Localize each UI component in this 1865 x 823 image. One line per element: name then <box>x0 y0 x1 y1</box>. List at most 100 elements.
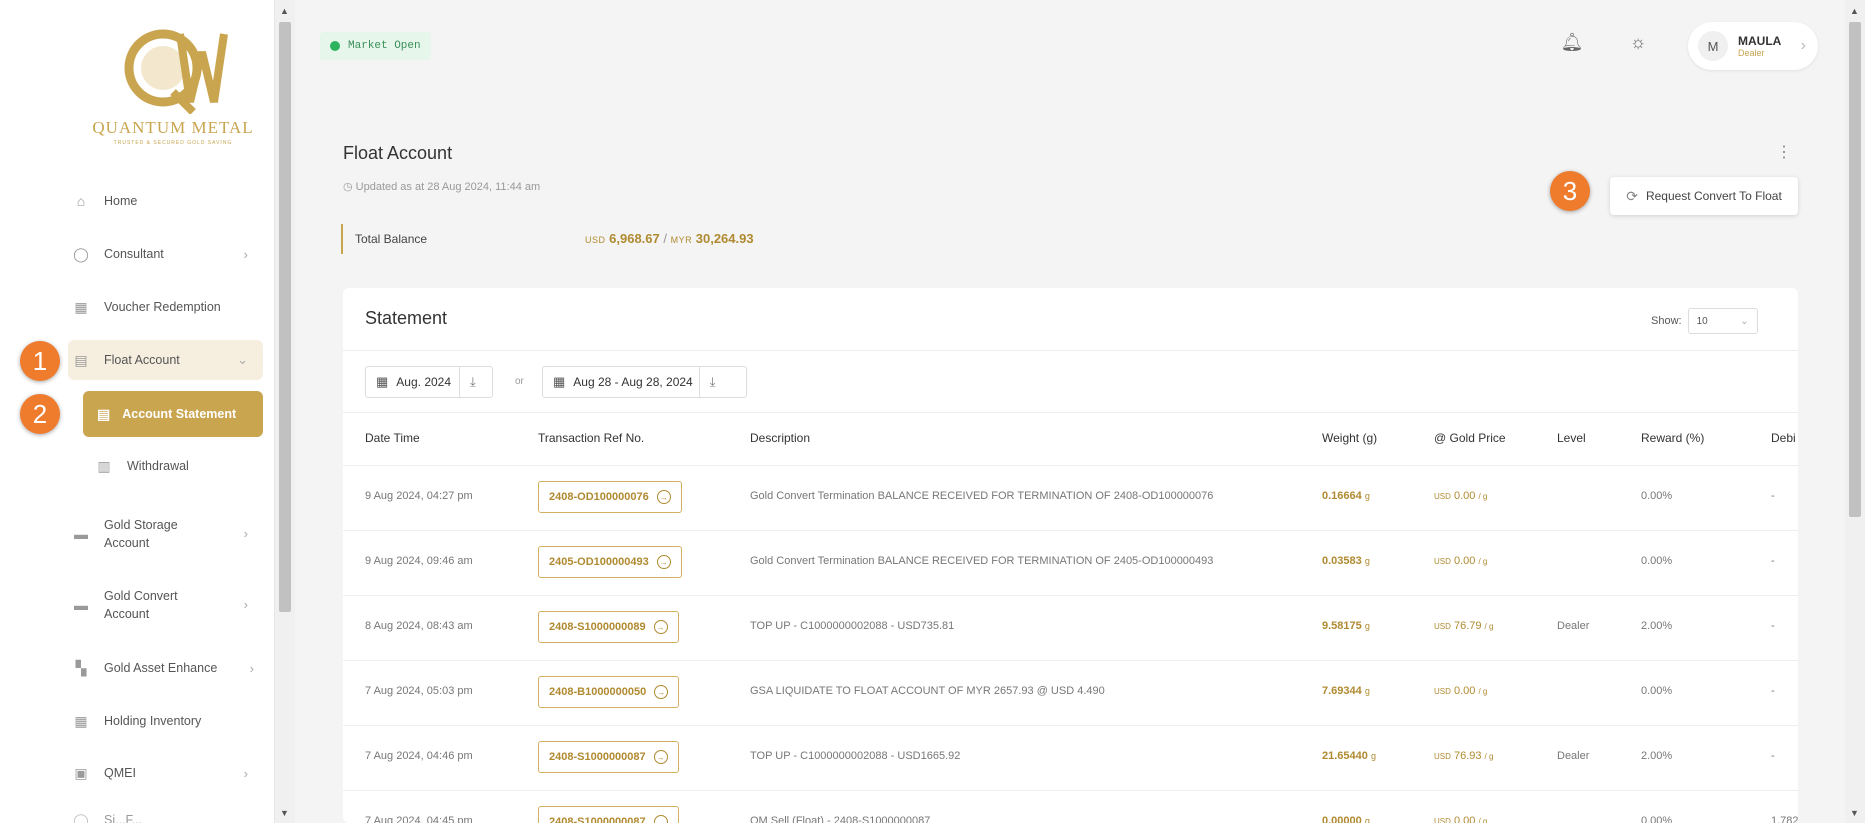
gift-icon: ▦ <box>74 298 88 315</box>
scroll-down-icon[interactable]: ▼ <box>280 808 289 818</box>
main-scrollbar[interactable]: ▲ ▼ <box>1845 0 1865 823</box>
avatar: M <box>1698 31 1728 61</box>
calendar-icon: ▦ <box>376 374 389 389</box>
sidebar-item-more[interactable]: ◯ Si...F... <box>72 812 262 823</box>
sidebar-item-float-account[interactable]: ▤ Float Account ⌄ <box>72 352 262 368</box>
arrow-circle-icon: → <box>656 555 671 569</box>
transaction-ref-link[interactable]: 2408-OD100000076 → <box>538 481 682 513</box>
transaction-ref-text: 2408-S1000000089 <box>549 621 646 633</box>
arrow-circle-icon: → <box>653 750 668 764</box>
weight-value: 0.03583 <box>1322 555 1362 567</box>
sidebar-item-label: Holding Inventory <box>104 714 202 728</box>
transaction-ref-text: 2408-S1000000087 <box>549 751 646 763</box>
weight-unit: g <box>1364 556 1370 566</box>
cell-weight: 9.58175 g <box>1322 620 1370 632</box>
cell-level: Dealer <box>1557 750 1590 762</box>
transaction-ref-link[interactable]: 2408-S1000000087 → <box>538 806 679 823</box>
price-unit: / g <box>1478 817 1488 823</box>
sidebar-item-qmei[interactable]: ▣ QMEI › <box>72 765 262 781</box>
column-header-ref-no: Transaction Ref No. <box>538 431 645 445</box>
sidebar-item-account-statement[interactable]: ▤ Account Statement <box>83 391 263 437</box>
updated-text: Updated as at 28 Aug 2024, 11:44 am <box>355 181 541 193</box>
column-header-weight: Weight (g) <box>1322 431 1378 445</box>
scroll-up-icon[interactable]: ▲ <box>280 6 289 16</box>
bell-icon[interactable]: 🔔︎ <box>1560 30 1584 54</box>
sidebar-item-consultant[interactable]: ◯ Consultant › <box>72 246 262 262</box>
scroll-down-icon[interactable]: ▼ <box>1850 808 1859 818</box>
price-value: 0.00 <box>1453 555 1476 567</box>
brand-name: QUANTUM METAL <box>92 118 254 137</box>
transaction-ref-text: 2408-S1000000087 <box>549 816 646 823</box>
cell-description: Gold Convert Termination BALANCE RECEIVE… <box>750 490 1214 502</box>
cell-debit: - <box>1771 555 1775 567</box>
request-convert-to-float-button[interactable]: ⟳ Request Convert To Float <box>1610 177 1798 215</box>
main-scrollbar-thumb[interactable] <box>1849 22 1861 517</box>
month-filter[interactable]: ▦ Aug. 2024 ⤓ <box>365 366 493 398</box>
weight-unit: g <box>1364 491 1370 501</box>
total-balance-label: Total Balance <box>341 224 427 254</box>
sidebar-item-home[interactable]: ⌂ Home <box>72 193 262 209</box>
sidebar-item-label: Gold Convert <box>104 589 178 603</box>
cell-reward: 2.00% <box>1641 750 1673 762</box>
sidebar-item-label: Gold Storage <box>104 518 178 532</box>
user-role: Dealer <box>1738 48 1765 58</box>
download-icon[interactable]: ⤓ <box>459 367 486 397</box>
download-icon[interactable]: ⤓ <box>698 367 726 397</box>
divider <box>343 412 1798 413</box>
sidebar-item-label: Consultant <box>104 247 164 261</box>
chevron-right-icon: › <box>243 246 248 262</box>
cell-gold-price: USD 0.00 / g <box>1434 815 1487 823</box>
sidebar-item-gold-convert-account[interactable]: ▬ Gold Convert Account › <box>72 587 262 623</box>
quantum-metal-logo[interactable]: QUANTUM METAL TRUSTED & SECURED GOLD SAV… <box>88 22 258 172</box>
sidebar-item-label: Account <box>104 536 150 550</box>
transaction-ref-link[interactable]: 2405-OD100000493 → <box>538 546 682 578</box>
transaction-ref-link[interactable]: 2408-S1000000087 → <box>538 741 679 773</box>
sidebar-item-gold-asset-enhance[interactable]: ▚ Gold Asset Enhance › <box>72 660 262 676</box>
sidebar-item-holding-inventory[interactable]: ▦ Holding Inventory <box>72 713 262 729</box>
more-options-icon[interactable]: ⋮ <box>1776 142 1792 162</box>
chevron-down-icon: ⌄ <box>1740 315 1749 327</box>
price-unit: / g <box>1484 752 1494 761</box>
cell-level: Dealer <box>1557 620 1590 632</box>
myr-balance: 30,264.93 <box>695 231 754 246</box>
weight-value: 9.58175 <box>1322 620 1362 632</box>
column-header-gold-price: @ Gold Price <box>1434 431 1506 445</box>
sidebar-item-label: Float Account <box>104 353 180 367</box>
sidebar-item-withdrawal[interactable]: ▥ Withdrawal <box>95 458 263 474</box>
step-marker-2: 2 <box>20 394 60 434</box>
theme-toggle-sun-icon[interactable]: ☼ <box>1626 30 1650 54</box>
sidebar-item-label: QMEI <box>104 766 136 780</box>
scroll-up-icon[interactable]: ▲ <box>1850 6 1859 16</box>
user-menu[interactable]: M MAULA Dealer › <box>1688 22 1818 70</box>
convert-icon: ▬ <box>74 597 88 613</box>
show-label: Show: <box>1651 315 1682 327</box>
cell-gold-price: USD 0.00 / g <box>1434 685 1487 697</box>
date-range-filter[interactable]: ▦ Aug 28 - Aug 28, 2024 ⤓ <box>542 366 747 398</box>
cell-weight: 0.16664 g <box>1322 490 1370 502</box>
page-size-select[interactable]: 10 ⌄ <box>1687 308 1758 334</box>
price-unit: / g <box>1478 687 1488 696</box>
transaction-ref-link[interactable]: 2408-B1000000050 → <box>538 676 680 708</box>
chevron-down-icon: ⌄ <box>237 352 248 367</box>
weight-value: 0.16664 <box>1322 490 1362 502</box>
price-currency: USD <box>1434 492 1451 501</box>
cell-reward: 2.00% <box>1641 620 1673 632</box>
total-balance-value: USD 6,968.67 / MYR 30,264.93 <box>585 231 754 246</box>
cell-description: TOP UP - C1000000002088 - USD735.81 <box>750 620 955 632</box>
price-unit: / g <box>1484 622 1494 631</box>
cell-date-time: 9 Aug 2024, 09:46 am <box>365 555 473 567</box>
transaction-ref-link[interactable]: 2408-S1000000089 → <box>538 611 679 643</box>
date-range-value: Aug 28 - Aug 28, 2024 <box>573 375 693 389</box>
cell-debit: - <box>1771 620 1775 632</box>
sidebar-scrollbar[interactable]: ▲ ▼ <box>275 0 295 823</box>
usd-currency-label: USD <box>585 235 606 245</box>
price-value: 0.00 <box>1453 685 1476 697</box>
sidebar-item-gold-storage-account[interactable]: ▬ Gold Storage Account › <box>72 516 262 552</box>
statement-icon: ▤ <box>97 405 111 422</box>
sidebar-scrollbar-thumb[interactable] <box>279 22 291 612</box>
usd-balance: 6,968.67 <box>609 231 660 246</box>
sidebar-item-voucher-redemption[interactable]: ▦ Voucher Redemption <box>72 299 262 315</box>
user-name: MAULA <box>1738 34 1782 48</box>
column-header-reward: Reward (%) <box>1641 431 1705 445</box>
statement-card: Statement Show: 10 ⌄ ▦ Aug. 2024 ⤓ or ▦ … <box>343 288 1798 823</box>
